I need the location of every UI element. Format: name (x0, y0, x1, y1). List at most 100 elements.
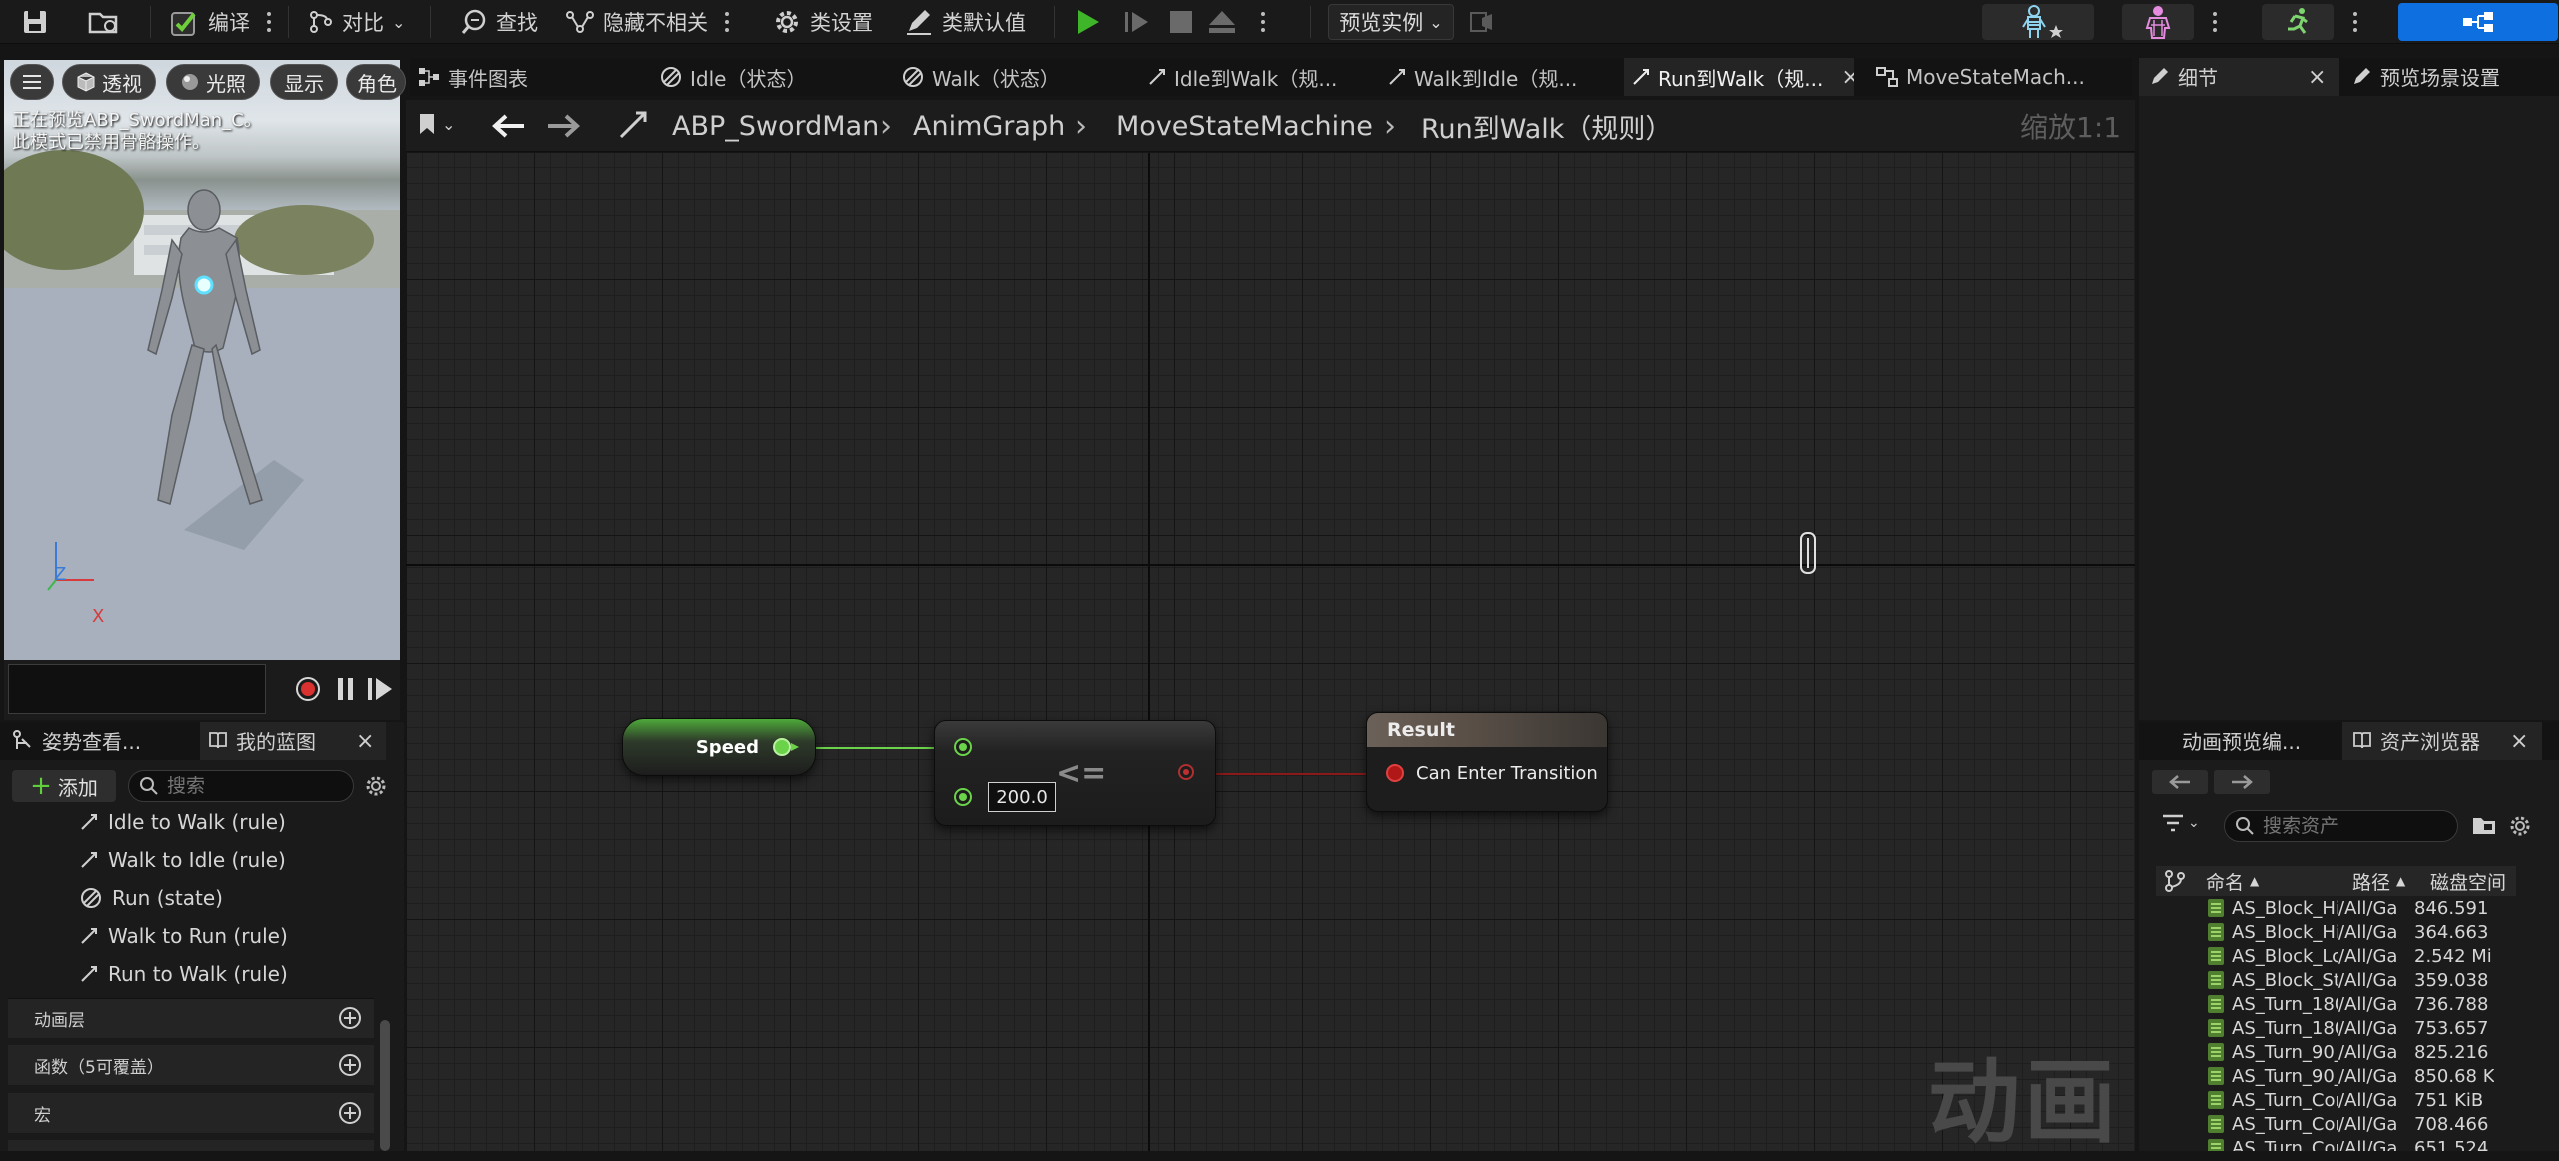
gear-icon[interactable] (2508, 814, 2532, 838)
close-icon[interactable]: × (1841, 65, 1854, 90)
mesh-options-kebab[interactable] (2208, 0, 2222, 44)
add-circle-icon[interactable] (338, 1101, 362, 1125)
step-forward-icon[interactable] (368, 678, 394, 700)
asset-row[interactable]: AS_Turn_180/All/Ga 736.788 (2208, 992, 2516, 1016)
compare-input-b-pin[interactable] (954, 788, 972, 806)
compare-input-a-pin[interactable] (954, 738, 972, 756)
compile-button[interactable]: 编译 (170, 0, 250, 44)
branch-icon[interactable] (2164, 870, 2186, 892)
blueprint-search-input[interactable] (167, 775, 337, 797)
tab-idle-to-walk-rule[interactable]: Idle到Walk（规... (1140, 58, 1376, 96)
debug-filter-icon[interactable] (1470, 10, 1496, 34)
asset-row[interactable]: AS_Turn_90_/All/Ga 825.216 (2208, 1040, 2516, 1064)
find-button[interactable]: 查找 (460, 0, 538, 44)
asset-row[interactable]: AS_Block_St/All/Ga 359.038 (2208, 968, 2516, 992)
panel-scrollbar[interactable] (380, 1020, 390, 1151)
record-icon[interactable] (295, 676, 321, 702)
asset-row[interactable]: AS_Turn_90_/All/Ga 850.68 K (2208, 1064, 2516, 1088)
close-icon[interactable]: × (356, 722, 374, 760)
tab-idle-state[interactable]: Idle（状态） (652, 58, 882, 96)
tab-walk-to-idle-rule[interactable]: Walk到Idle（规... (1380, 58, 1614, 96)
diff-button[interactable]: 对比 ⌄ (308, 0, 405, 44)
tree-item-walk-to-idle[interactable]: Walk to Idle (rule) (80, 842, 286, 878)
asset-row[interactable]: AS_Turn_Cor/All/Ga 751 KiB (2208, 1088, 2516, 1112)
viewport-menu-button[interactable] (10, 64, 54, 100)
tab-my-blueprint[interactable]: 我的蓝图 (208, 722, 316, 758)
pause-icon[interactable] (336, 678, 356, 700)
animation-mode-button[interactable] (2262, 4, 2334, 40)
breadcrumb-abp-swordman[interactable]: ABP_SwordMan (672, 100, 879, 152)
hide-unrelated-button[interactable]: 隐藏不相关 (565, 0, 708, 44)
tab-event-graph[interactable]: 事件图表 (410, 58, 640, 96)
asset-row[interactable]: AS_Turn_Cor/All/Ga 651.524 (2208, 1136, 2516, 1151)
tab-move-state-machine[interactable]: MoveStateMach... (1868, 58, 2094, 96)
asset-search-field[interactable] (2224, 810, 2458, 842)
gear-icon[interactable] (364, 774, 388, 798)
tab-asset-browser[interactable]: 资产浏览器 (2352, 722, 2480, 758)
asset-row[interactable]: AS_Block_Hi/All/Ga 364.663 (2208, 920, 2516, 944)
column-path[interactable]: 路径 ▲ (2352, 866, 2405, 896)
blueprint-search-field[interactable] (128, 770, 354, 802)
asset-row[interactable]: AS_Block_Lo/All/Ga 2.542 Mi (2208, 944, 2516, 968)
close-icon[interactable]: × (2308, 58, 2326, 96)
folder-icon[interactable] (2472, 814, 2496, 836)
speed-output-pin[interactable] (773, 738, 791, 756)
lighting-button[interactable]: 光照 (166, 64, 260, 100)
perspective-button[interactable]: 透视 (62, 64, 156, 100)
asset-filter-dropdown[interactable]: ⌄ (2162, 814, 2200, 832)
character-button[interactable]: 角色 (346, 64, 406, 100)
show-button[interactable]: 显示 (270, 64, 338, 100)
mesh-mode-button[interactable] (2122, 4, 2194, 40)
tab-run-to-walk-rule[interactable]: Run到Walk（规... × (1624, 58, 1854, 96)
breadcrumb-animgraph[interactable]: AnimGraph (913, 100, 1065, 152)
stop-icon[interactable] (1170, 11, 1192, 33)
column-size[interactable]: 磁盘空间 (2430, 866, 2506, 896)
tree-item-idle-to-walk[interactable]: Idle to Walk (rule) (80, 804, 286, 840)
compare-output-pin[interactable] (1178, 764, 1194, 780)
asset-row[interactable]: AS_Turn_Cor/All/Ga 708.466 (2208, 1112, 2516, 1136)
animation-options-kebab[interactable] (2348, 0, 2362, 44)
play-icon[interactable] (1075, 9, 1101, 35)
tab-preview-scene-settings[interactable]: 预览场景设置 (2352, 58, 2500, 94)
breadcrumb-move-state-machine[interactable]: MoveStateMachine (1116, 100, 1373, 152)
bookmark-dropdown[interactable]: ⌄ (418, 112, 455, 136)
tab-pose-watch[interactable]: 姿势查看... (12, 722, 141, 758)
preview-viewport[interactable]: Z X 正在预览ABP_SwordMan_C。 此模式已禁用骨骼操作。 (4, 60, 400, 660)
back-arrow-icon[interactable] (490, 112, 526, 140)
close-icon[interactable]: × (2510, 722, 2528, 760)
forward-arrow-icon[interactable] (546, 112, 582, 140)
tree-item-run-state[interactable]: Run (state) (80, 880, 223, 916)
asset-row[interactable]: AS_Turn_180/All/Ga 753.657 (2208, 1016, 2516, 1040)
save-icon[interactable] (22, 9, 48, 35)
step-forward-icon[interactable] (1124, 10, 1150, 34)
skeleton-mode-button[interactable] (1982, 4, 2094, 40)
breadcrumb-run-to-walk[interactable]: Run到Walk（规则） (1421, 100, 1672, 152)
column-name[interactable]: 命名 ▲ (2206, 866, 2259, 896)
asset-forward-button[interactable] (2214, 770, 2270, 794)
tab-walk-state[interactable]: Walk（状态） (894, 58, 1134, 96)
section-macros[interactable] (8, 1093, 374, 1133)
hide-unrelated-options-kebab[interactable] (720, 0, 734, 44)
tree-item-walk-to-run[interactable]: Walk to Run (rule) (80, 918, 288, 954)
tab-details[interactable]: 细节 (2150, 58, 2218, 94)
class-defaults-button[interactable]: 类默认值 (904, 0, 1026, 44)
add-circle-icon[interactable] (338, 1053, 362, 1077)
tree-item-run-to-walk[interactable]: Run to Walk (rule) (80, 956, 288, 992)
compile-options-kebab[interactable] (262, 0, 276, 44)
tab-anim-preview-editor[interactable]: 动画预览编... (2182, 722, 2301, 758)
browse-folder-icon[interactable] (88, 8, 120, 36)
asset-row[interactable]: AS_Block_Hi/All/Ga 846.591 (2208, 896, 2516, 920)
timeline-field[interactable] (8, 664, 266, 714)
play-options-kebab[interactable] (1256, 0, 1270, 44)
can-enter-transition-pin[interactable] (1386, 764, 1404, 782)
class-settings-button[interactable]: 类设置 (772, 0, 873, 44)
asset-name: AS_Turn_90_ (2232, 1041, 2338, 1063)
compare-value-input[interactable]: 200.0 (988, 782, 1056, 812)
asset-search-input[interactable] (2263, 815, 2443, 837)
preview-instance-dropdown[interactable]: 预览实例 ⌄ (1328, 4, 1454, 40)
add-button[interactable]: + 添加 (12, 770, 116, 802)
eject-icon[interactable] (1208, 10, 1236, 34)
add-circle-icon[interactable] (338, 1006, 362, 1030)
blueprint-mode-button[interactable] (2398, 3, 2558, 41)
asset-back-button[interactable] (2152, 770, 2208, 794)
